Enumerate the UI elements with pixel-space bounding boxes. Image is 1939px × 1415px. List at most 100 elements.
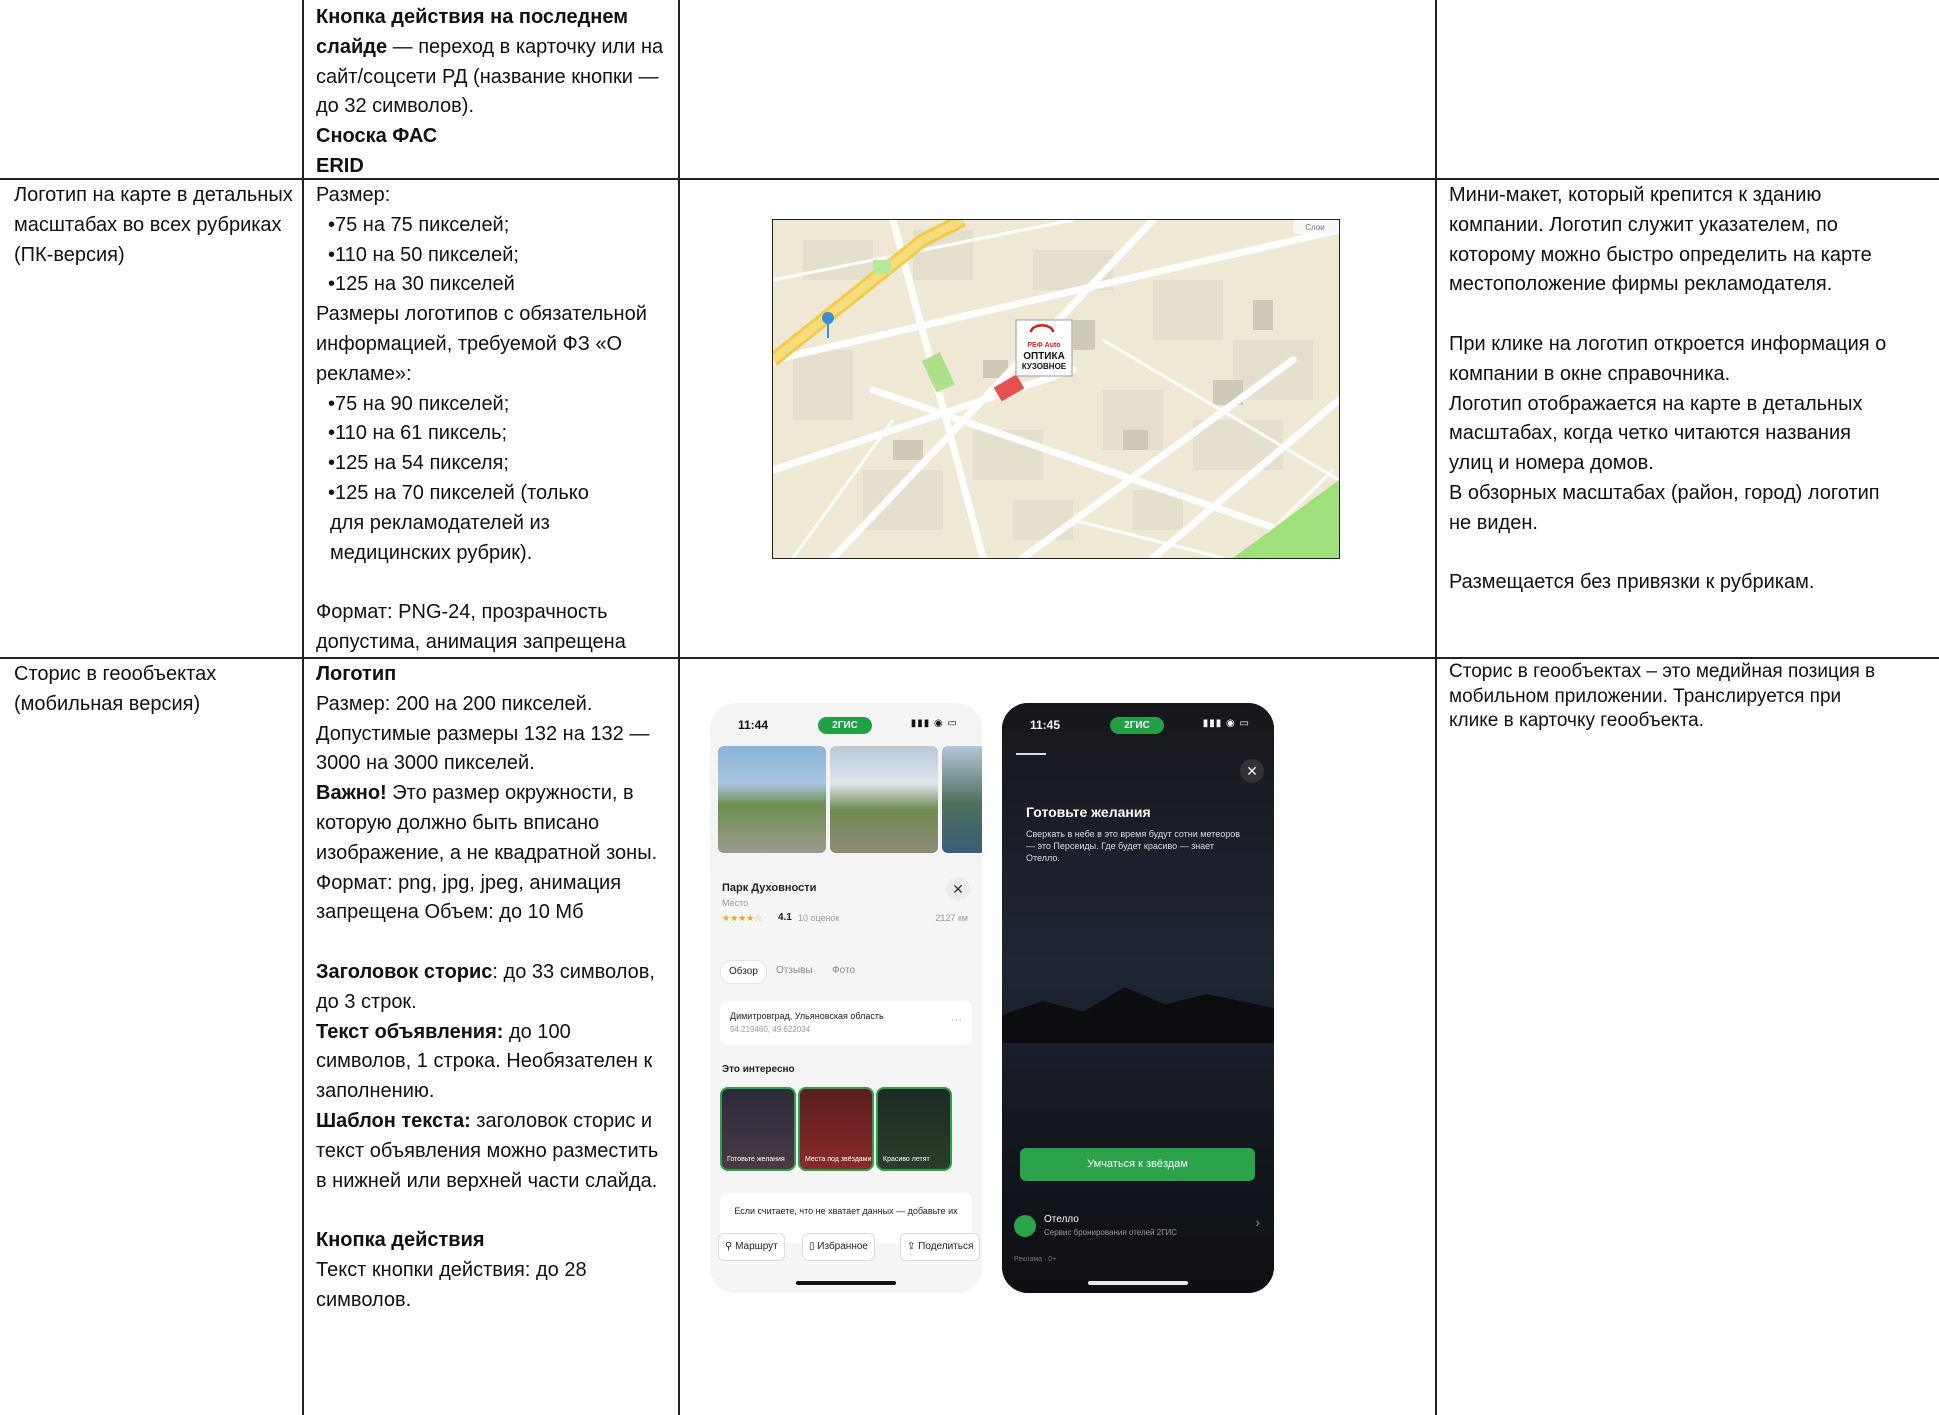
- description-text: Мини-макет, который крепится к зданию ко…: [1449, 184, 1872, 296]
- place-title: Парк Духовности: [722, 882, 817, 894]
- brand-pill: 2ГИС: [818, 717, 872, 734]
- description-text: Логотип отображается на карте в детальны…: [1449, 392, 1863, 475]
- status-bar: 11:44 2ГИС ▮▮▮ ◉ ▭: [710, 715, 982, 737]
- ad-text-heading: Текст объявления:: [316, 1020, 504, 1043]
- row2-description: Мини-макет, который крепится к зданию ко…: [1449, 181, 1899, 598]
- tab-photos[interactable]: Фото: [824, 960, 863, 982]
- story-thumb[interactable]: Красиво летят: [876, 1087, 952, 1171]
- interesting-heading: Это интересно: [722, 1064, 795, 1075]
- status-bar: 11:45 2ГИС ▮▮▮ ◉ ▭: [1002, 715, 1274, 737]
- share-button[interactable]: ⇪ Поделиться: [900, 1233, 981, 1261]
- status-time: 11:44: [738, 718, 769, 732]
- status-time: 11:45: [1030, 718, 1061, 732]
- story-title-heading: Заголовок сторис: [316, 960, 493, 983]
- erid-label: ERID: [316, 154, 364, 177]
- share-icon: ⇪: [907, 1241, 919, 1252]
- rating-value: 4.1: [778, 912, 792, 923]
- coords-text: 54.219460, 49.622034: [730, 1025, 811, 1034]
- place-type: Место: [722, 898, 749, 908]
- size-item: •110 на 61 пиксель;: [328, 422, 508, 445]
- distance: 2127 км: [935, 913, 968, 923]
- col-divider: [302, 0, 304, 1415]
- size-item: •125 на 70 пикселей (только: [328, 481, 589, 504]
- home-indicator: [1088, 1281, 1188, 1285]
- phone-screenshot-story: 11:45 2ГИС ▮▮▮ ◉ ▭ ✕ Готовьте желания Св…: [1002, 703, 1274, 1293]
- size-item: •125 на 30 пикселей: [328, 273, 515, 296]
- story-progress: [1016, 753, 1046, 755]
- chevron-right-icon[interactable]: ›: [1255, 1215, 1260, 1229]
- col-divider: [678, 0, 680, 1415]
- route-icon: ⚲: [725, 1241, 736, 1252]
- row2-format-name: Логотип на карте в детальных масштабах в…: [14, 184, 293, 266]
- description-text: При клике на логотип откроется информаци…: [1449, 332, 1887, 385]
- brand-avatar: [1014, 1215, 1036, 1237]
- map-layers-control: Слои: [1305, 223, 1324, 232]
- close-icon[interactable]: ✕: [946, 877, 970, 901]
- reviews-count: 10 оценок: [798, 913, 840, 923]
- size-item: •75 на 75 пикселей;: [328, 213, 510, 236]
- format-text: Формат: png, jpg, jpeg, анимация запреще…: [316, 871, 622, 924]
- size-item: •125 на 54 пикселя;: [328, 452, 509, 475]
- missing-data-text: Если считаете, что не хватает данных — д…: [734, 1206, 958, 1216]
- story-thumb-label: Красиво летят: [883, 1156, 930, 1163]
- brand-name: Отелло: [1044, 1214, 1079, 1225]
- story-thumb[interactable]: Места под звёздами: [798, 1087, 874, 1171]
- action-button-heading: Кнопка действия: [316, 1229, 485, 1252]
- format-text: Формат: PNG-24, прозрачность допустима, …: [316, 601, 626, 653]
- place-photo: [718, 746, 826, 853]
- map-logo-line3: КУЗОВНОЕ: [1022, 362, 1067, 371]
- story-action-button[interactable]: Умчаться к звёздам: [1020, 1148, 1255, 1181]
- row-divider: [0, 178, 1939, 180]
- size-item: •75 на 90 пикселей;: [328, 392, 510, 415]
- place-photo: [830, 746, 938, 853]
- story-thumb[interactable]: Готовьте желания: [720, 1087, 796, 1171]
- row1-requirements: Кнопка действия на последнем слайде — пе…: [316, 3, 671, 182]
- place-sheet: Парк Духовности ✕ Место ★★★★☆ 4.1 10 оце…: [710, 863, 982, 1293]
- map-canvas: РЕФ Auto ОПТИКА КУЗОВНОЕ Слои: [773, 220, 1339, 558]
- route-button[interactable]: ⚲ Маршрут: [718, 1233, 785, 1261]
- home-indicator: [796, 1281, 896, 1285]
- size-label: Размер:: [316, 184, 391, 206]
- map-logo-line1: РЕФ Auto: [1027, 342, 1060, 349]
- brand-pill: 2ГИС: [1110, 717, 1164, 734]
- route-label: Маршрут: [735, 1241, 778, 1252]
- row3-description: Сторис в геообъектах – это медийная пози…: [1449, 661, 1876, 731]
- close-icon[interactable]: ✕: [1240, 759, 1264, 783]
- story-text: Сверкать в небе в это время будут сотни …: [1026, 829, 1240, 863]
- place-photo: [942, 746, 982, 853]
- description-text: Размещается без привязки к рубрикам.: [1449, 571, 1815, 594]
- signal-icon: ▮▮▮ ◉ ▭: [910, 718, 958, 729]
- address-text: Димитровград, Ульяновская область: [730, 1011, 884, 1021]
- description-text: В обзорных масштабах (район, город) лого…: [1449, 481, 1880, 534]
- col-divider: [1435, 0, 1437, 1415]
- row2-requirements: Размер: •75 на 75 пикселей; •110 на 50 п…: [316, 181, 671, 658]
- row3-requirements: Логотип Размер: 200 на 200 пикселей. Доп…: [316, 660, 671, 1316]
- size-item: •110 на 50 пикселей;: [328, 243, 519, 266]
- ad-label: Реклама · 0+: [1014, 1256, 1057, 1263]
- map-example-image: РЕФ Auto ОПТИКА КУЗОВНОЕ Слои: [772, 219, 1340, 559]
- required-info-text: Размеры логотипов с обязательной информа…: [316, 303, 647, 385]
- story-title: Готовьте желания: [1026, 804, 1151, 820]
- map-logo-line2: ОПТИКА: [1023, 351, 1065, 362]
- fas-footnote: Сноска ФАС: [316, 125, 438, 148]
- logo-heading: Логотип: [316, 663, 397, 685]
- tab-overview[interactable]: Обзор: [720, 960, 767, 984]
- action-button-text: Текст кнопки действия: до 28 символов.: [316, 1258, 587, 1311]
- phone-screenshot-place-card: 11:44 2ГИС ▮▮▮ ◉ ▭ Парк Духовности ✕ Мес…: [710, 703, 982, 1293]
- row3-format-name: Сторис в геообъектах (мобильная версия): [14, 663, 217, 715]
- template-heading: Шаблон текста:: [316, 1109, 471, 1132]
- favorites-button[interactable]: ▯ Избранное: [802, 1233, 875, 1261]
- logo-size-text: Размер: 200 на 200 пикселей. Допустимые …: [316, 692, 650, 775]
- brand-subtitle: Сервис бронирования отелей 2ГИС: [1044, 1228, 1178, 1237]
- address-card[interactable]: Димитровград, Ульяновская область 54.219…: [720, 1001, 972, 1045]
- important-label: Важно!: [316, 782, 387, 805]
- story-thumb-label: Места под звёздами: [805, 1156, 872, 1163]
- signal-icon: ▮▮▮ ◉ ▭: [1202, 718, 1250, 729]
- size-note: для рекламодателей из медицинских рубрик…: [330, 511, 550, 564]
- share-label: Поделиться: [918, 1241, 974, 1252]
- rating-stars-icon: ★★★★☆: [722, 913, 763, 923]
- story-thumb-label: Готовьте желания: [727, 1156, 785, 1163]
- more-icon[interactable]: ···: [951, 1013, 962, 1027]
- favorites-label: Избранное: [817, 1241, 868, 1252]
- tab-reviews[interactable]: Отзывы: [768, 960, 821, 982]
